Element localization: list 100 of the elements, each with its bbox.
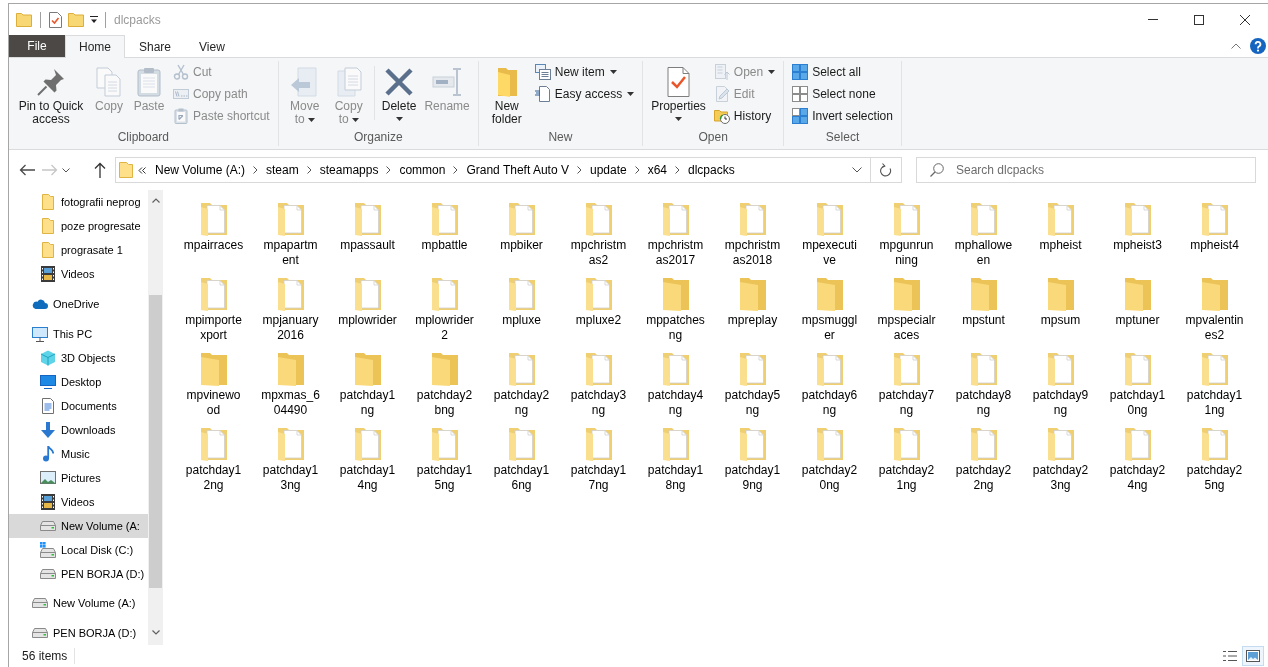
folder-item[interactable]: patchday11ng [1176,345,1253,420]
address-bar[interactable]: New Volume (A:) steam steamapps common Grand Theft Auto V update x64 dlcpacks [115,157,902,183]
sidebar-item[interactable]: PEN BORJA (D:) [9,561,148,586]
folder-item[interactable]: patchday16ng [483,420,560,495]
chevron-right-icon[interactable] [576,166,582,174]
chevron-right-icon[interactable] [675,166,680,174]
folder-item[interactable]: mpapartment [252,195,329,270]
folder-item[interactable]: patchday7ng [868,345,945,420]
folder-item[interactable]: mplowrider [329,270,406,345]
new-folder-button[interactable]: New folder [482,61,531,126]
chevron-right-icon[interactable] [306,166,312,174]
scrollbar-track[interactable] [148,190,163,645]
folder-item[interactable]: mppatchesng [637,270,714,345]
folder-item[interactable]: mpbattle [406,195,483,270]
caret-icon[interactable] [90,15,98,24]
folder-item[interactable]: patchday25ng [1176,420,1253,495]
folder-item[interactable]: patchday20ng [791,420,868,495]
ribbon-tab[interactable]: Home [65,35,125,58]
file-menu-button[interactable]: File [9,35,65,57]
folder-item[interactable]: mpjanuary2016 [252,270,329,345]
breadcrumb[interactable]: x64 [643,163,671,177]
page-checkmark-icon[interactable] [49,11,62,28]
sidebar-item[interactable]: Documents [9,393,148,418]
folder-item[interactable]: mptuner [1099,270,1176,345]
folder-item[interactable]: mpheist4 [1176,195,1253,270]
folder-item[interactable]: patchday15ng [406,420,483,495]
folder-item[interactable]: mpchristmas2017 [637,195,714,270]
folder-item[interactable]: patchday22ng [945,420,1022,495]
folder-item[interactable]: mpvalentines2 [1176,270,1253,345]
delete-button[interactable]: Delete [377,61,421,121]
breadcrumb[interactable]: update [585,163,631,177]
folder-item[interactable]: patchday3ng [560,345,637,420]
folder-item[interactable]: mphalloween [945,195,1022,270]
folder-item[interactable]: patchday23ng [1022,420,1099,495]
chevron-right-icon[interactable] [634,166,640,174]
folder-item[interactable]: mpheist [1022,195,1099,270]
folder-item[interactable]: mpairraces [175,195,252,270]
ribbon-tab[interactable]: Share [125,35,186,57]
folder-item[interactable]: patchday2ng [483,345,560,420]
chevron-right-icon[interactable] [453,166,459,174]
sidebar-item[interactable]: PEN BORJA (D:) [9,621,148,645]
chevron-right-icon[interactable] [386,166,392,174]
folder-item[interactable]: mpheist3 [1099,195,1176,270]
scrollbar-thumb[interactable] [149,295,162,588]
breadcrumb[interactable]: Grand Theft Auto V [462,163,573,177]
ribbon-tab[interactable]: View [185,35,239,57]
sidebar-item[interactable]: New Volume (A:) [9,591,148,616]
folder-item[interactable]: patchday10ng [1099,345,1176,420]
folder-item[interactable]: patchday6ng [791,345,868,420]
breadcrumb[interactable]: New Volume (A:) [151,163,250,177]
folder-item[interactable]: patchday14ng [329,420,406,495]
history-button[interactable]: History [709,105,780,127]
folder-item[interactable]: mpsmuggler [791,270,868,345]
sidebar-item[interactable]: Desktop [9,369,148,394]
sidebar-item[interactable]: 3D Objects [9,345,148,370]
search-field[interactable]: Search dlcpacks [916,157,1256,183]
chevron-down-icon[interactable] [151,630,160,635]
chevron-down-icon[interactable] [852,167,862,173]
breadcrumb[interactable]: steam [262,163,303,177]
folder-item[interactable]: mpvinewood [175,345,252,420]
folder-item[interactable]: patchday5ng [714,345,791,420]
folder-item[interactable]: mpimportexport [175,270,252,345]
sidebar-item[interactable]: poze progresate [9,214,148,238]
new-item-button[interactable]: New item [530,61,639,83]
folder-item[interactable]: patchday13ng [252,420,329,495]
folder-item[interactable]: mpchristmas2 [560,195,637,270]
folder-item[interactable]: mpgunrunning [868,195,945,270]
double-chevron-left-icon[interactable] [138,166,146,174]
folder-item[interactable]: patchday24ng [1099,420,1176,495]
select-none-button[interactable]: Select none [788,83,897,105]
easy-access-button[interactable]: Easy access [530,83,639,105]
folder-item[interactable]: mpstunt [945,270,1022,345]
close-icon[interactable] [1240,14,1250,25]
sidebar-item[interactable]: Music [9,441,148,466]
folder-item[interactable]: patchday1ng [329,345,406,420]
folder-item[interactable]: patchday2bng [406,345,483,420]
folder-item[interactable]: mpreplay [714,270,791,345]
folder-item[interactable]: patchday21ng [868,420,945,495]
sidebar-item[interactable]: Videos [9,489,148,514]
sidebar-item[interactable]: fotografii neprog [9,190,148,214]
up-arrow-icon[interactable] [94,162,106,178]
sidebar-item[interactable]: Videos [9,262,148,286]
refresh-icon[interactable] [880,163,892,177]
folder-item[interactable]: mpluxe [483,270,560,345]
sidebar-item[interactable]: Local Disk (C:) [9,537,148,562]
pin-to-quick-access-button[interactable]: Pin to Quick access [13,61,89,126]
breadcrumb[interactable]: dlcpacks [684,163,739,177]
folder-item[interactable]: mpexecutive [791,195,868,270]
help-icon[interactable] [1250,38,1266,54]
folder-item[interactable]: mpxmas_604490 [252,345,329,420]
folder-item[interactable]: mpluxe2 [560,270,637,345]
maximize-icon[interactable] [1194,14,1204,25]
select-all-button[interactable]: Select all [788,61,897,83]
folder-item[interactable]: patchday12ng [175,420,252,495]
folder-item[interactable]: patchday19ng [714,420,791,495]
folder-item[interactable]: mpassault [329,195,406,270]
sidebar-item[interactable]: Downloads [9,417,148,442]
folder-item[interactable]: mpsum [1022,270,1099,345]
back-arrow-icon[interactable] [19,164,35,176]
sidebar-item[interactable]: This PC [9,321,148,346]
